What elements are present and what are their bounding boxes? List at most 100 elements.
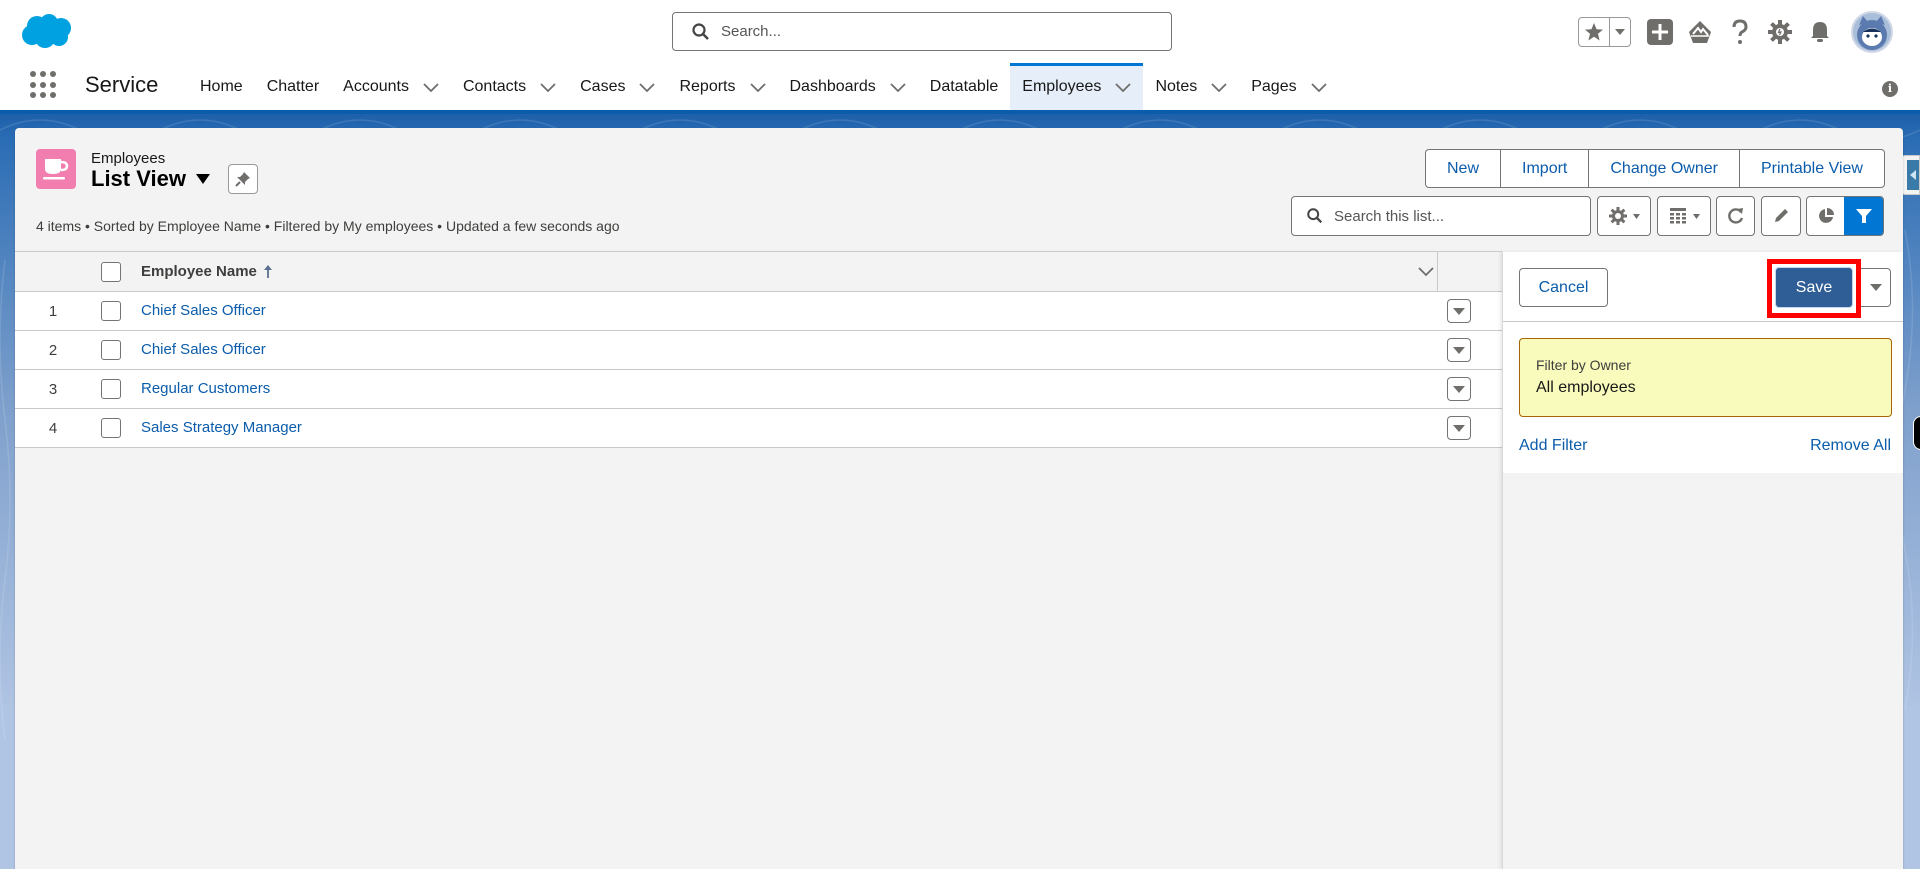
global-search-input[interactable] (721, 23, 1141, 40)
sort-ascending-icon (263, 264, 272, 278)
global-header (0, 0, 1920, 63)
list-view-card: Employees List View 4 items • Sorted by … (15, 128, 1903, 869)
save-options-dropdown[interactable] (1861, 268, 1891, 307)
nav-tab-contacts[interactable]: Contacts (451, 63, 568, 110)
nav-tab-cases[interactable]: Cases (568, 63, 667, 110)
list-view-selector[interactable]: List View (91, 166, 210, 192)
filter-panel-header: Cancel Save (1503, 252, 1903, 322)
chevron-down-icon (1453, 307, 1465, 315)
row-checkbox[interactable] (101, 379, 121, 399)
list-view-dropdown-icon (195, 174, 210, 184)
employee-name-link[interactable]: Chief Sales Officer (141, 302, 266, 319)
row-number: 1 (48, 303, 58, 320)
column-actions-chevron-icon[interactable] (1417, 265, 1435, 277)
nav-tab-label: Contacts (462, 77, 527, 95)
table-body: 1 Chief Sales Officer 2 Chief Sales Officer… (15, 292, 1502, 448)
global-actions-plus-icon[interactable] (1647, 19, 1673, 45)
show-filters-button[interactable] (1844, 197, 1883, 235)
notifications-bell-icon[interactable] (1807, 19, 1833, 45)
favorites-button-group (1578, 17, 1631, 47)
trailhead-guidance-icon[interactable] (1687, 19, 1713, 45)
select-all-checkbox[interactable] (101, 262, 121, 282)
pie-chart-icon (1818, 208, 1834, 223)
nav-tab-home[interactable]: Home (188, 63, 255, 110)
row-actions-button[interactable] (1447, 299, 1471, 323)
show-charts-button[interactable] (1807, 197, 1844, 235)
chevron-down-icon[interactable] (890, 82, 906, 92)
nav-tab-label: Accounts (343, 77, 409, 95)
chevron-down-icon[interactable] (423, 82, 439, 92)
nav-tab-pages[interactable]: Pages (1239, 63, 1338, 110)
table-row: 4 Sales Strategy Manager (15, 409, 1502, 448)
nav-tab-notes[interactable]: Notes (1143, 63, 1239, 110)
employee-name-link[interactable]: Chief Sales Officer (141, 341, 266, 358)
search-icon (692, 22, 709, 40)
column-header-employee-name[interactable]: Employee Name (141, 263, 273, 280)
setup-gear-icon[interactable] (1767, 19, 1793, 45)
row-checkbox[interactable] (101, 340, 121, 360)
nav-tab-reports[interactable]: Reports (667, 63, 777, 110)
remove-all-filters-link[interactable]: Remove All (1810, 437, 1891, 455)
cancel-button[interactable]: Cancel (1519, 268, 1608, 307)
list-search-input[interactable] (1334, 207, 1574, 225)
chevron-down-icon (1692, 213, 1700, 219)
list-view-controls-button[interactable] (1597, 196, 1651, 236)
header-utility-icons (1578, 11, 1893, 53)
chevron-down-icon[interactable] (1115, 82, 1132, 92)
row-actions-button[interactable] (1447, 416, 1471, 440)
pin-list-view-button[interactable] (228, 164, 258, 194)
nav-tab-label: Pages (1251, 77, 1297, 95)
chevron-down-icon[interactable] (1310, 82, 1327, 92)
new-button[interactable]: New (1426, 150, 1502, 187)
row-checkbox[interactable] (101, 301, 121, 321)
nav-tab-accounts[interactable]: Accounts (331, 63, 451, 110)
refresh-button[interactable] (1716, 196, 1755, 236)
list-view-name: List View (91, 166, 186, 191)
row-actions-button[interactable] (1447, 377, 1471, 401)
salesforce-logo[interactable] (20, 12, 72, 50)
table-header-row: Employee Name (15, 251, 1502, 292)
docked-utility-handle[interactable] (1913, 416, 1920, 450)
user-avatar[interactable] (1851, 11, 1893, 53)
pin-icon (235, 172, 250, 187)
nav-tab-chatter[interactable]: Chatter (255, 63, 331, 110)
nav-tab-label: Chatter (266, 77, 320, 95)
row-checkbox[interactable] (101, 418, 121, 438)
favorites-dropdown-icon[interactable] (1610, 18, 1630, 46)
employee-name-link[interactable]: Regular Customers (141, 380, 270, 397)
nav-tab-label: Home (200, 77, 243, 95)
nav-tab-label: Employees (1022, 77, 1102, 95)
employee-name-link[interactable]: Sales Strategy Manager (141, 419, 302, 436)
info-icon[interactable]: i (1882, 81, 1898, 97)
app-name: Service (85, 72, 159, 97)
nav-tab-label: Cases (580, 77, 626, 95)
list-search-box[interactable] (1291, 196, 1591, 236)
import-button[interactable]: Import (1501, 150, 1590, 187)
row-actions-button[interactable] (1447, 338, 1471, 362)
chevron-down-icon (1453, 346, 1465, 354)
chevron-down-icon[interactable] (639, 82, 656, 92)
chevron-down-icon[interactable] (540, 82, 556, 92)
chevron-down-icon[interactable] (1211, 82, 1227, 92)
nav-tab-label: Datatable (929, 77, 999, 95)
change-owner-button[interactable]: Change Owner (1589, 150, 1740, 187)
display-as-table-button[interactable] (1657, 196, 1711, 236)
nav-tab-dashboards[interactable]: Dashboards (778, 63, 918, 110)
chevron-down-icon[interactable] (749, 82, 766, 92)
printable-view-button[interactable]: Printable View (1740, 150, 1884, 187)
employees-table: Employee Name 1 Chief Sales Officer 2 Chief… (15, 251, 1502, 448)
list-actions-button-group: New Import Change Owner Printable View (1425, 149, 1885, 188)
favorites-star-icon[interactable] (1579, 18, 1611, 46)
nav-tab-employees[interactable]: Employees (1010, 63, 1144, 110)
global-search-box[interactable] (672, 12, 1172, 51)
inline-edit-button[interactable] (1761, 196, 1801, 236)
help-question-icon[interactable] (1727, 19, 1753, 45)
list-info-line: 4 items • Sorted by Employee Name • Filt… (36, 218, 620, 234)
save-button[interactable]: Save (1775, 267, 1853, 308)
add-filter-link[interactable]: Add Filter (1519, 437, 1587, 455)
table-icon (1669, 208, 1686, 224)
utility-collapse-tab[interactable] (1901, 155, 1920, 195)
nav-tab-datatable[interactable]: Datatable (918, 63, 1011, 110)
filter-by-owner-card[interactable]: Filter by Owner All employees (1519, 338, 1892, 417)
app-launcher-icon[interactable] (30, 71, 58, 99)
